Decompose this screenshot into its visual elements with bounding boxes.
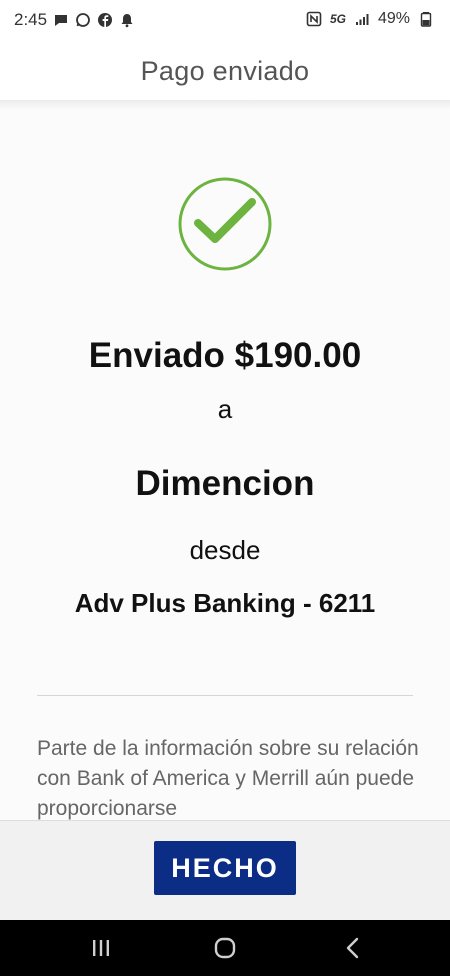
network-type: 5G — [329, 12, 346, 26]
status-bar: 2:45 5G 49% — [0, 0, 450, 42]
bell-icon — [119, 12, 135, 28]
header-shadow — [0, 100, 450, 110]
back-icon[interactable] — [340, 934, 368, 962]
message-icon — [53, 12, 69, 28]
nfc-icon — [306, 11, 322, 27]
facebook-icon — [97, 12, 113, 28]
recent-apps-icon[interactable] — [87, 934, 115, 962]
to-label: a — [217, 394, 233, 424]
divider — [37, 695, 413, 696]
whatsapp-icon — [75, 12, 91, 28]
status-right: 5G 49% — [306, 10, 434, 28]
page-header: Pago enviado — [0, 42, 450, 100]
confirmation-content: Enviado $190.00 a Dimencion desde Adv Pl… — [0, 100, 450, 820]
check-circle-icon — [177, 176, 273, 272]
done-button[interactable]: HECHO — [154, 841, 296, 895]
navigation-bar — [0, 920, 450, 976]
home-icon[interactable] — [211, 934, 239, 962]
footer: HECHO — [0, 820, 450, 921]
from-label: desde — [189, 535, 261, 565]
page-title: Pago enviado — [140, 55, 310, 86]
battery-percent: 49% — [377, 10, 410, 27]
status-left: 2:45 — [14, 10, 135, 30]
amount-sent: Enviado $190.00 — [88, 336, 362, 375]
source-account: Adv Plus Banking - 6211 — [74, 588, 376, 618]
disclaimer-text: Parte de la información sobre su relació… — [37, 737, 419, 820]
status-time: 2:45 — [14, 10, 48, 29]
battery-icon — [418, 11, 434, 27]
recipient-name: Dimencion — [135, 464, 315, 503]
signal-icon — [354, 11, 370, 27]
